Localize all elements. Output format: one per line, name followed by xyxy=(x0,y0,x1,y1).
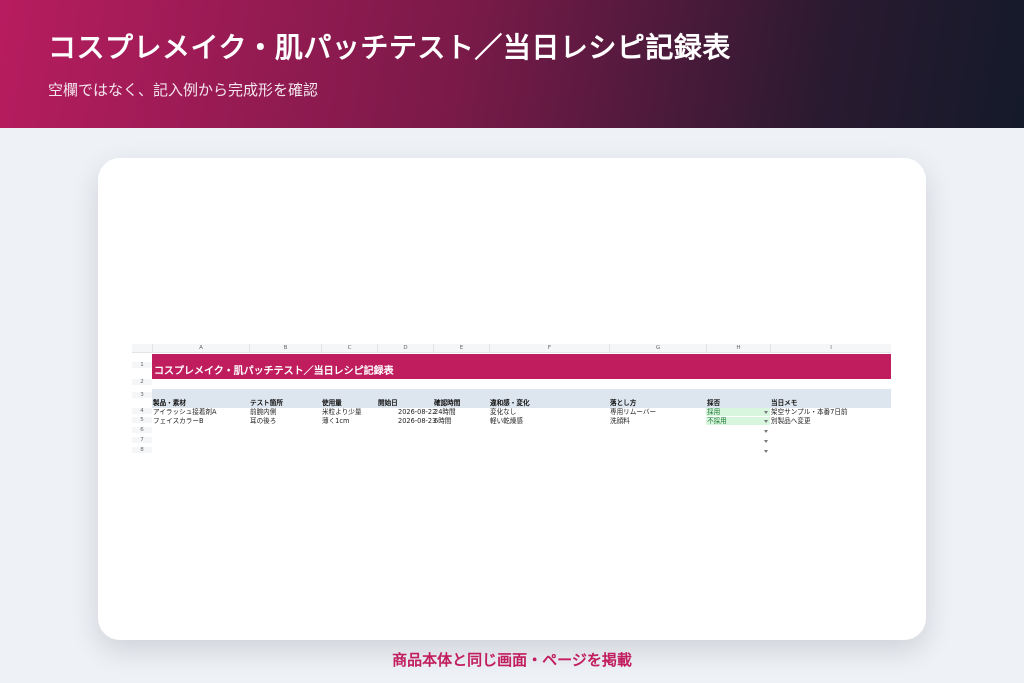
column-header-c[interactable]: C xyxy=(321,344,377,352)
table-cell[interactable]: 前腕内側 xyxy=(250,408,276,416)
table-cell[interactable]: 別製品へ変更 xyxy=(771,417,811,425)
header-cell-removal[interactable]: 落とし方 xyxy=(610,399,636,407)
column-header-f[interactable]: F xyxy=(489,344,609,352)
column-header-row: A B C D E F G H I xyxy=(132,344,891,353)
table-cell[interactable]: 2026-08-23 xyxy=(398,417,436,425)
footer-caption: 商品本体と同じ画面・ページを掲載 xyxy=(392,651,632,669)
spreadsheet-preview: A B C D E F G H I 1 2 3 4 5 6 7 8 コスプレメイ… xyxy=(132,344,891,460)
header-cell-memo[interactable]: 当日メモ xyxy=(771,399,797,407)
header-cell-product[interactable]: 製品・素材 xyxy=(153,399,186,407)
chevron-down-icon[interactable] xyxy=(764,440,768,443)
header-cell-test-area[interactable]: テスト箇所 xyxy=(250,399,283,407)
header-cell-start-date[interactable]: 開始日 xyxy=(378,399,398,407)
row-number-6[interactable]: 6 xyxy=(132,427,152,433)
row-number-8[interactable]: 8 xyxy=(132,447,152,453)
table-cell[interactable]: 6時間 xyxy=(434,417,451,425)
decision-value: 不採用 xyxy=(707,417,727,425)
table-cell[interactable]: 薄く1cm xyxy=(322,417,349,425)
row-number-1[interactable]: 1 xyxy=(132,362,152,368)
header-cell-decision[interactable]: 採否 xyxy=(707,399,720,407)
table-cell[interactable]: 架空サンプル・本番7日前 xyxy=(771,408,848,416)
table-cell[interactable]: 耳の後ろ xyxy=(250,417,276,425)
table-cell[interactable]: 専用リムーバー xyxy=(610,408,656,416)
sheet-title-bar[interactable]: コスプレメイク・肌パッチテスト／当日レシピ記録表 xyxy=(152,354,891,379)
column-header-d[interactable]: D xyxy=(377,344,433,352)
column-header-h[interactable]: H xyxy=(706,344,770,352)
table-cell[interactable]: 2026-08-22 xyxy=(398,408,436,416)
chevron-down-icon[interactable] xyxy=(764,430,768,433)
preview-card: A B C D E F G H I 1 2 3 4 5 6 7 8 コスプレメイ… xyxy=(98,158,926,640)
header-cell-reaction[interactable]: 違和感・変化 xyxy=(490,399,530,407)
column-header-g[interactable]: G xyxy=(609,344,706,352)
table-cell[interactable]: 米粒より少量 xyxy=(322,408,361,416)
column-header-i[interactable]: I xyxy=(770,344,891,352)
table-cell[interactable]: 変化なし xyxy=(490,408,516,416)
decision-dropdown[interactable]: 採用 xyxy=(706,408,770,416)
column-header-a[interactable]: A xyxy=(152,344,249,352)
decision-value: 採用 xyxy=(707,408,721,416)
sheet-title: コスプレメイク・肌パッチテスト／当日レシピ記録表 xyxy=(154,366,394,377)
page-subtitle: 空欄ではなく、記入例から完成形を確認 xyxy=(48,81,319,99)
column-header-e[interactable]: E xyxy=(433,344,489,352)
header-cell-amount[interactable]: 使用量 xyxy=(322,399,342,407)
table-cell[interactable]: 軽い乾燥感 xyxy=(490,417,523,425)
row-number-3[interactable]: 3 xyxy=(132,392,152,398)
chevron-down-icon[interactable] xyxy=(764,450,768,453)
row-number-2[interactable]: 2 xyxy=(132,379,152,385)
hero-banner: コスプレメイク・肌パッチテスト／当日レシピ記録表 空欄ではなく、記入例から完成形… xyxy=(0,0,1024,128)
chevron-down-icon[interactable] xyxy=(764,411,768,414)
page-title: コスプレメイク・肌パッチテスト／当日レシピ記録表 xyxy=(48,31,731,64)
decision-dropdown[interactable]: 不採用 xyxy=(706,417,770,425)
table-cell[interactable]: 洗顔料 xyxy=(610,417,630,425)
row-number-7[interactable]: 7 xyxy=(132,437,152,443)
header-cell-check-time[interactable]: 確認時間 xyxy=(434,399,460,407)
column-header-b[interactable]: B xyxy=(249,344,321,352)
row-number-4[interactable]: 4 xyxy=(132,408,152,414)
table-cell[interactable]: アイラッシュ接着剤A xyxy=(153,408,217,416)
table-cell[interactable]: 24時間 xyxy=(434,408,456,416)
table-cell[interactable]: フェイスカラーB xyxy=(153,417,203,425)
row-number-5[interactable]: 5 xyxy=(132,417,152,423)
chevron-down-icon[interactable] xyxy=(764,420,768,423)
